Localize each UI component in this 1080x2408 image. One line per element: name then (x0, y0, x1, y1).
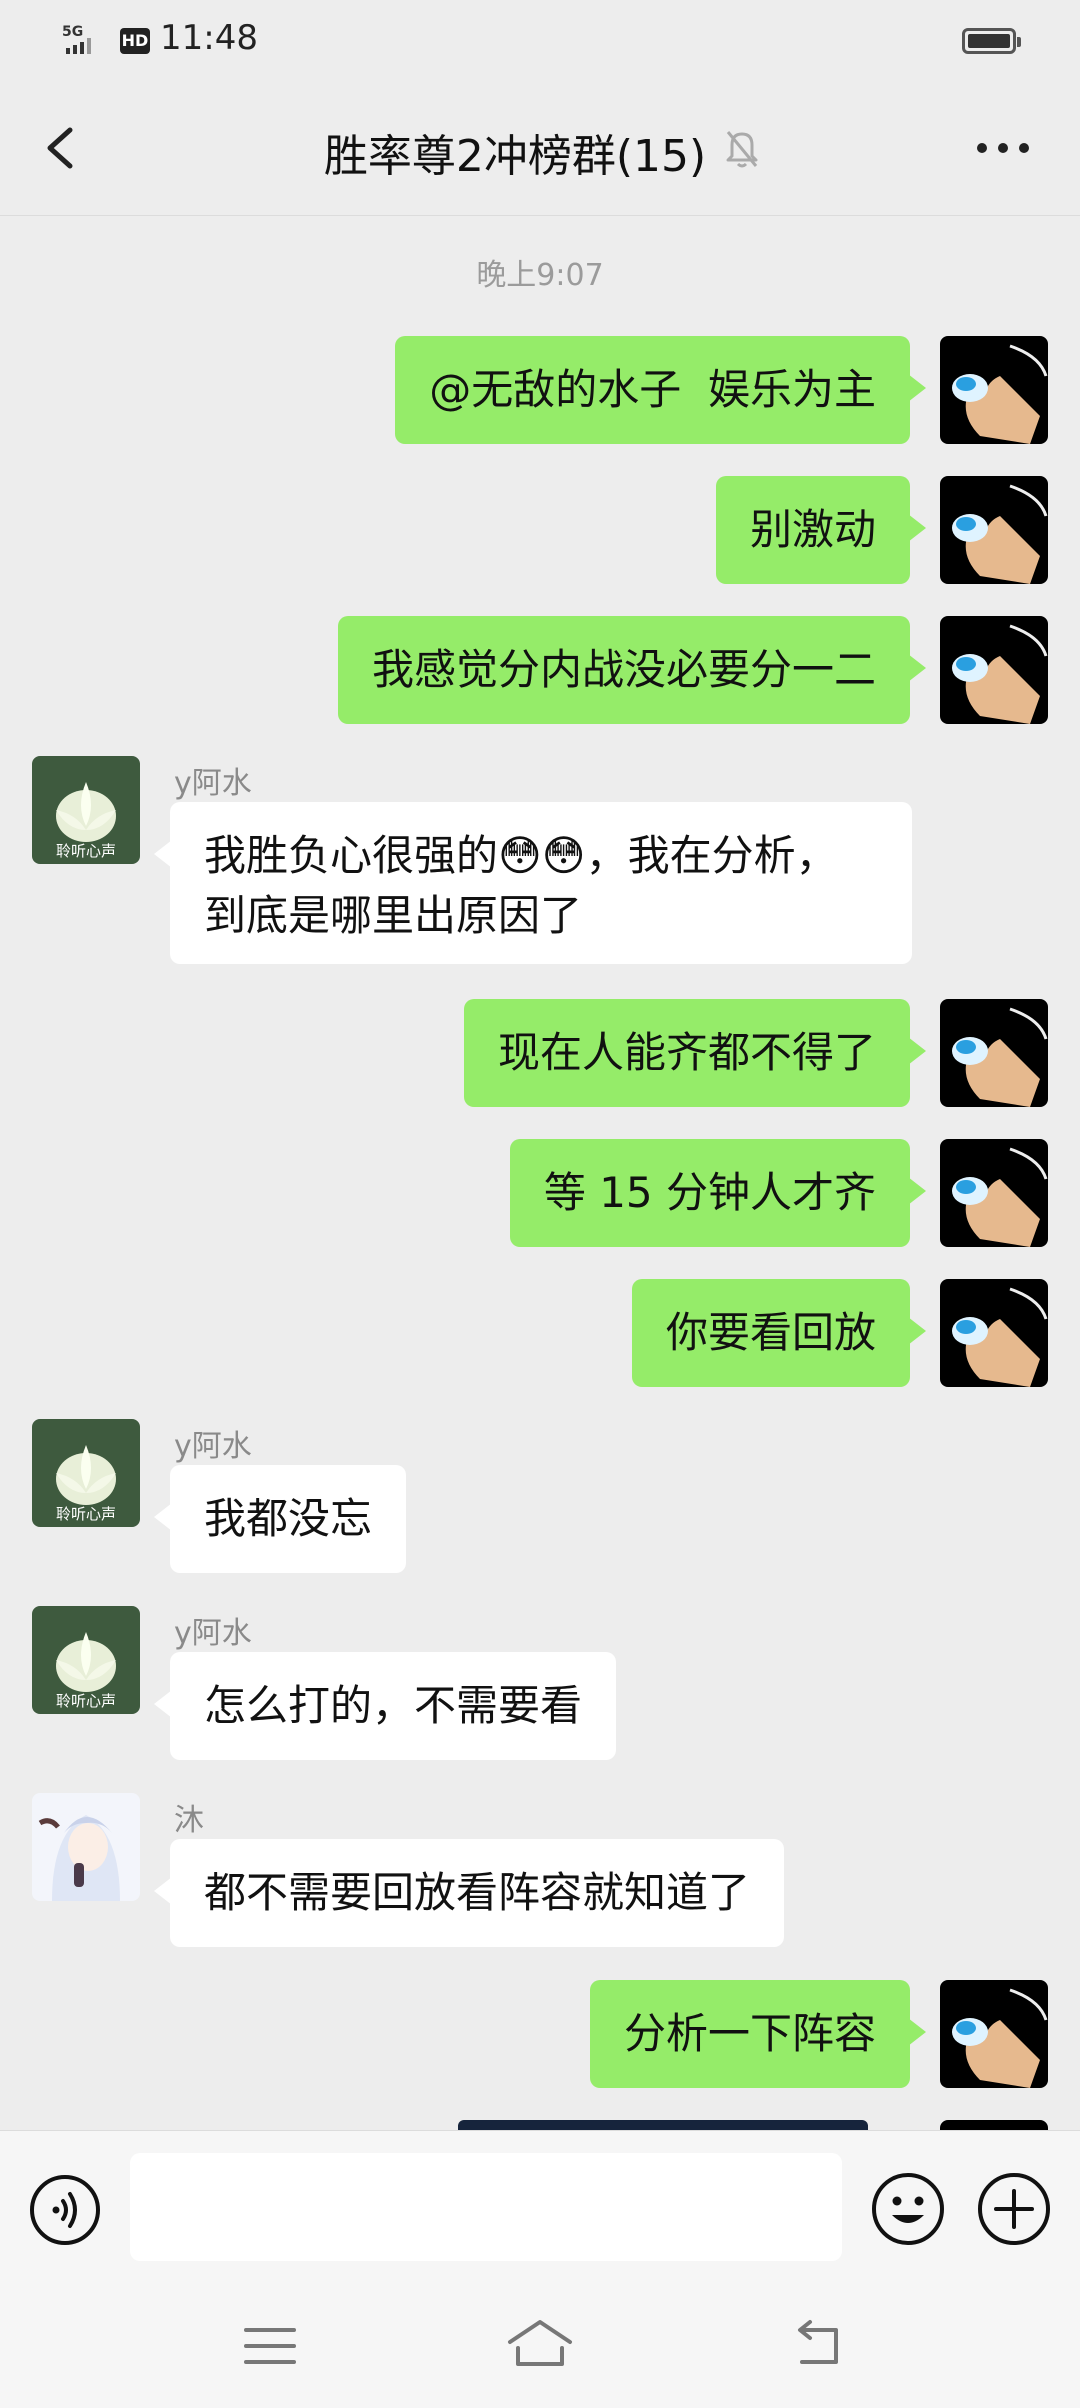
message-bubble[interactable]: 你要看回放 (631, 1279, 927, 1387)
avatar[interactable] (940, 336, 1048, 444)
message-bubble[interactable]: 怎么打的，不需要看 (153, 1652, 617, 1760)
message-bubble[interactable]: @无敌的水子 娱乐为主 (395, 336, 926, 444)
avatar[interactable] (940, 1139, 1048, 1247)
message-row: 聆听心声 y阿水 怎么打的，不需要看 (0, 1606, 1080, 1762)
image-message[interactable] (0, 2120, 1080, 2130)
message-row: 聆听心声 y阿水 我胜负心很强的😳😳，我在分析， 到底是哪里出原因了 (0, 756, 1080, 966)
avatar[interactable] (940, 999, 1048, 1107)
message-bubble[interactable]: 别激动 (715, 476, 927, 584)
image-thumbnail[interactable] (458, 2120, 868, 2130)
message-row: 现在人能齐都不得了 (0, 999, 1080, 1107)
message-input[interactable] (130, 2153, 842, 2261)
message-row: 别激动 (0, 476, 1080, 584)
message-row: 我感觉分内战没必要分一二 (0, 616, 1080, 724)
message-timestamp: 晚上9:07 (476, 258, 604, 293)
battery-icon (962, 28, 1021, 54)
avatar[interactable]: 聆听心声 (32, 1606, 140, 1714)
message-bubble[interactable]: 我感觉分内战没必要分一二 (337, 616, 927, 724)
svg-text:5G: 5G (62, 24, 83, 40)
status-time: 11:48 (160, 18, 258, 58)
back-nav-icon[interactable] (790, 2316, 850, 2372)
message-row: @无敌的水子 娱乐为主 (0, 336, 1080, 444)
input-bar (0, 2130, 1080, 2287)
message-row: 你要看回放 (0, 1279, 1080, 1387)
message-bubble[interactable]: 现在人能齐都不得了 (463, 999, 927, 1107)
svg-text:聆听心声: 聆听心声 (56, 1505, 116, 1523)
svg-text:聆听心声: 聆听心声 (56, 842, 116, 860)
message-row: 聆听心声 y阿水 我都没忘 (0, 1419, 1080, 1575)
avatar[interactable] (940, 1980, 1048, 2088)
system-nav-bar (0, 2286, 1080, 2408)
home-icon[interactable] (504, 2316, 576, 2372)
avatar[interactable] (940, 476, 1048, 584)
bell-off-icon (726, 131, 758, 168)
signal-5g-icon: 5G (62, 24, 91, 54)
avatar[interactable] (940, 1279, 1048, 1387)
message-bubble[interactable]: 等 15 分钟人才齐 (509, 1139, 927, 1247)
plus-icon[interactable] (976, 2171, 1052, 2247)
message-bubble[interactable]: 都不需要回放看阵容就知道了 (153, 1839, 785, 1947)
message-row: 分析一下阵容 (0, 1980, 1080, 2088)
avatar[interactable] (32, 1793, 140, 1901)
emoji-icon[interactable] (870, 2171, 946, 2247)
status-bar: 5G HD 11:48 (0, 0, 1080, 80)
sender-name: y阿水 (174, 1616, 252, 1651)
sender-name: 沐 (174, 1803, 204, 1838)
voice-icon[interactable] (28, 2173, 102, 2247)
menu-icon[interactable] (240, 2320, 300, 2372)
hd-voice-icon: HD (120, 28, 150, 54)
avatar[interactable] (940, 616, 1048, 724)
message-row: 等 15 分钟人才齐 (0, 1139, 1080, 1247)
avatar[interactable]: 聆听心声 (32, 756, 140, 864)
message-bubble[interactable]: 我胜负心很强的😳😳，我在分析， 到底是哪里出原因了 (154, 802, 912, 964)
sender-name: y阿水 (174, 1429, 252, 1464)
message-list[interactable]: 晚上9:07 @无敌的水子 娱乐为主 别激动 我感觉分内战没必要分一二 聆听心声… (0, 216, 1080, 2130)
svg-text:聆听心声: 聆听心声 (56, 1692, 116, 1710)
more-dots-icon[interactable] (970, 120, 1036, 176)
page-title: 胜率尊2冲榜群(15) (323, 131, 707, 182)
avatar[interactable] (940, 2120, 1048, 2130)
message-bubble[interactable]: 我都没忘 (153, 1465, 407, 1573)
message-bubble[interactable]: 分析一下阵容 (589, 1980, 927, 2088)
chat-header: 胜率尊2冲榜群(15) (0, 80, 1080, 216)
sender-name: y阿水 (174, 766, 252, 801)
message-row: 沐 都不需要回放看阵容就知道了 (0, 1793, 1080, 1949)
avatar[interactable]: 聆听心声 (32, 1419, 140, 1527)
